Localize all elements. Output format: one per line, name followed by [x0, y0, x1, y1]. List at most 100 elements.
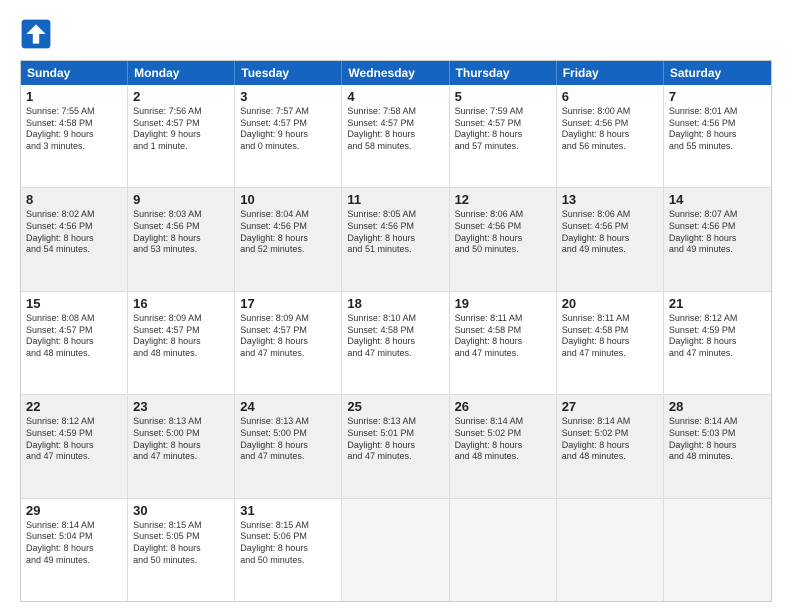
day-number: 23	[133, 399, 229, 414]
day-number: 27	[562, 399, 658, 414]
day-number: 31	[240, 503, 336, 518]
day-header-saturday: Saturday	[664, 61, 771, 85]
cell-info: Sunrise: 7:55 AM Sunset: 4:58 PM Dayligh…	[26, 106, 122, 153]
cell-info: Sunrise: 8:09 AM Sunset: 4:57 PM Dayligh…	[133, 313, 229, 360]
cell-info: Sunrise: 8:13 AM Sunset: 5:01 PM Dayligh…	[347, 416, 443, 463]
cal-cell: 12 Sunrise: 8:06 AM Sunset: 4:56 PM Dayli…	[450, 188, 557, 290]
calendar: SundayMondayTuesdayWednesdayThursdayFrid…	[20, 60, 772, 602]
cal-cell: 22 Sunrise: 8:12 AM Sunset: 4:59 PM Dayli…	[21, 395, 128, 497]
cal-cell	[664, 499, 771, 601]
cell-info: Sunrise: 8:13 AM Sunset: 5:00 PM Dayligh…	[133, 416, 229, 463]
day-number: 15	[26, 296, 122, 311]
cell-info: Sunrise: 8:14 AM Sunset: 5:04 PM Dayligh…	[26, 520, 122, 567]
cal-cell: 17Sunrise: 8:09 AM Sunset: 4:57 PM Dayli…	[235, 292, 342, 394]
logo-icon	[20, 18, 52, 50]
day-number: 9	[133, 192, 229, 207]
cal-cell: 4 Sunrise: 7:58 AM Sunset: 4:57 PM Daylig…	[342, 85, 449, 187]
day-header-wednesday: Wednesday	[342, 61, 449, 85]
day-number: 4	[347, 89, 443, 104]
cal-cell: 15 Sunrise: 8:08 AM Sunset: 4:57 PM Dayli…	[21, 292, 128, 394]
day-number: 13	[562, 192, 658, 207]
cal-cell: 21 Sunrise: 8:12 AM Sunset: 4:59 PM Dayli…	[664, 292, 771, 394]
cal-cell: 31 Sunrise: 8:15 AM Sunset: 5:06 PM Dayli…	[235, 499, 342, 601]
day-number: 2	[133, 89, 229, 104]
day-number: 3	[240, 89, 336, 104]
cell-info: Sunrise: 8:14 AM Sunset: 5:02 PM Dayligh…	[562, 416, 658, 463]
calendar-body: 1 Sunrise: 7:55 AM Sunset: 4:58 PM Daylig…	[21, 85, 771, 601]
day-number: 6	[562, 89, 658, 104]
day-number: 30	[133, 503, 229, 518]
cal-cell: 27 Sunrise: 8:14 AM Sunset: 5:02 PM Dayli…	[557, 395, 664, 497]
cal-cell	[342, 499, 449, 601]
cal-cell: 10 Sunrise: 8:04 AM Sunset: 4:56 PM Dayli…	[235, 188, 342, 290]
cell-info: Sunrise: 8:15 AM Sunset: 5:06 PM Dayligh…	[240, 520, 336, 567]
day-number: 1	[26, 89, 122, 104]
cell-info: Sunrise: 8:06 AM Sunset: 4:56 PM Dayligh…	[455, 209, 551, 256]
cal-cell: 26Sunrise: 8:14 AM Sunset: 5:02 PM Dayli…	[450, 395, 557, 497]
week-row-2: 8 Sunrise: 8:02 AM Sunset: 4:56 PM Daylig…	[21, 187, 771, 290]
day-header-tuesday: Tuesday	[235, 61, 342, 85]
cell-info: Sunrise: 8:13 AM Sunset: 5:00 PM Dayligh…	[240, 416, 336, 463]
cal-cell: 7 Sunrise: 8:01 AM Sunset: 4:56 PM Daylig…	[664, 85, 771, 187]
day-number: 19	[455, 296, 551, 311]
cell-info: Sunrise: 7:58 AM Sunset: 4:57 PM Dayligh…	[347, 106, 443, 153]
day-number: 12	[455, 192, 551, 207]
cell-info: Sunrise: 8:09 AM Sunset: 4:57 PM Dayligh…	[240, 313, 336, 360]
cell-info: Sunrise: 8:01 AM Sunset: 4:56 PM Dayligh…	[669, 106, 766, 153]
week-row-3: 15 Sunrise: 8:08 AM Sunset: 4:57 PM Dayli…	[21, 291, 771, 394]
cal-cell	[450, 499, 557, 601]
day-number: 21	[669, 296, 766, 311]
cal-cell: 18 Sunrise: 8:10 AM Sunset: 4:58 PM Dayli…	[342, 292, 449, 394]
cell-info: Sunrise: 8:00 AM Sunset: 4:56 PM Dayligh…	[562, 106, 658, 153]
day-number: 5	[455, 89, 551, 104]
cal-cell: 1 Sunrise: 7:55 AM Sunset: 4:58 PM Daylig…	[21, 85, 128, 187]
cell-info: Sunrise: 8:08 AM Sunset: 4:57 PM Dayligh…	[26, 313, 122, 360]
week-row-5: 29Sunrise: 8:14 AM Sunset: 5:04 PM Dayli…	[21, 498, 771, 601]
cal-cell: 14 Sunrise: 8:07 AM Sunset: 4:56 PM Dayli…	[664, 188, 771, 290]
cal-cell: 8 Sunrise: 8:02 AM Sunset: 4:56 PM Daylig…	[21, 188, 128, 290]
cal-cell	[557, 499, 664, 601]
cell-info: Sunrise: 8:05 AM Sunset: 4:56 PM Dayligh…	[347, 209, 443, 256]
cell-info: Sunrise: 7:57 AM Sunset: 4:57 PM Dayligh…	[240, 106, 336, 153]
cell-info: Sunrise: 8:12 AM Sunset: 4:59 PM Dayligh…	[26, 416, 122, 463]
cal-cell: 19 Sunrise: 8:11 AM Sunset: 4:58 PM Dayli…	[450, 292, 557, 394]
day-number: 22	[26, 399, 122, 414]
cal-cell: 2 Sunrise: 7:56 AM Sunset: 4:57 PM Daylig…	[128, 85, 235, 187]
logo	[20, 18, 56, 50]
cell-info: Sunrise: 8:14 AM Sunset: 5:02 PM Dayligh…	[455, 416, 551, 463]
cell-info: Sunrise: 8:07 AM Sunset: 4:56 PM Dayligh…	[669, 209, 766, 256]
cal-cell: 11 Sunrise: 8:05 AM Sunset: 4:56 PM Dayli…	[342, 188, 449, 290]
cell-info: Sunrise: 7:59 AM Sunset: 4:57 PM Dayligh…	[455, 106, 551, 153]
day-number: 24	[240, 399, 336, 414]
cell-info: Sunrise: 8:12 AM Sunset: 4:59 PM Dayligh…	[669, 313, 766, 360]
day-number: 18	[347, 296, 443, 311]
day-header-friday: Friday	[557, 61, 664, 85]
cal-cell: 3 Sunrise: 7:57 AM Sunset: 4:57 PM Daylig…	[235, 85, 342, 187]
cell-info: Sunrise: 8:15 AM Sunset: 5:05 PM Dayligh…	[133, 520, 229, 567]
cal-cell: 24 Sunrise: 8:13 AM Sunset: 5:00 PM Dayli…	[235, 395, 342, 497]
cell-info: Sunrise: 8:11 AM Sunset: 4:58 PM Dayligh…	[455, 313, 551, 360]
day-number: 14	[669, 192, 766, 207]
cell-info: Sunrise: 7:56 AM Sunset: 4:57 PM Dayligh…	[133, 106, 229, 153]
cell-info: Sunrise: 8:02 AM Sunset: 4:56 PM Dayligh…	[26, 209, 122, 256]
day-number: 20	[562, 296, 658, 311]
day-number: 7	[669, 89, 766, 104]
page: SundayMondayTuesdayWednesdayThursdayFrid…	[0, 0, 792, 612]
day-number: 10	[240, 192, 336, 207]
day-number: 28	[669, 399, 766, 414]
day-number: 25	[347, 399, 443, 414]
day-number: 8	[26, 192, 122, 207]
day-number: 11	[347, 192, 443, 207]
cal-cell: 9 Sunrise: 8:03 AM Sunset: 4:56 PM Daylig…	[128, 188, 235, 290]
cell-info: Sunrise: 8:10 AM Sunset: 4:58 PM Dayligh…	[347, 313, 443, 360]
cell-info: Sunrise: 8:03 AM Sunset: 4:56 PM Dayligh…	[133, 209, 229, 256]
cal-cell: 13Sunrise: 8:06 AM Sunset: 4:56 PM Dayli…	[557, 188, 664, 290]
cell-info: Sunrise: 8:04 AM Sunset: 4:56 PM Dayligh…	[240, 209, 336, 256]
day-number: 16	[133, 296, 229, 311]
cal-cell: 5 Sunrise: 7:59 AM Sunset: 4:57 PM Daylig…	[450, 85, 557, 187]
day-header-sunday: Sunday	[21, 61, 128, 85]
cal-cell: 25 Sunrise: 8:13 AM Sunset: 5:01 PM Dayli…	[342, 395, 449, 497]
cell-info: Sunrise: 8:11 AM Sunset: 4:58 PM Dayligh…	[562, 313, 658, 360]
cal-cell: 30 Sunrise: 8:15 AM Sunset: 5:05 PM Dayli…	[128, 499, 235, 601]
cal-cell: 20 Sunrise: 8:11 AM Sunset: 4:58 PM Dayli…	[557, 292, 664, 394]
